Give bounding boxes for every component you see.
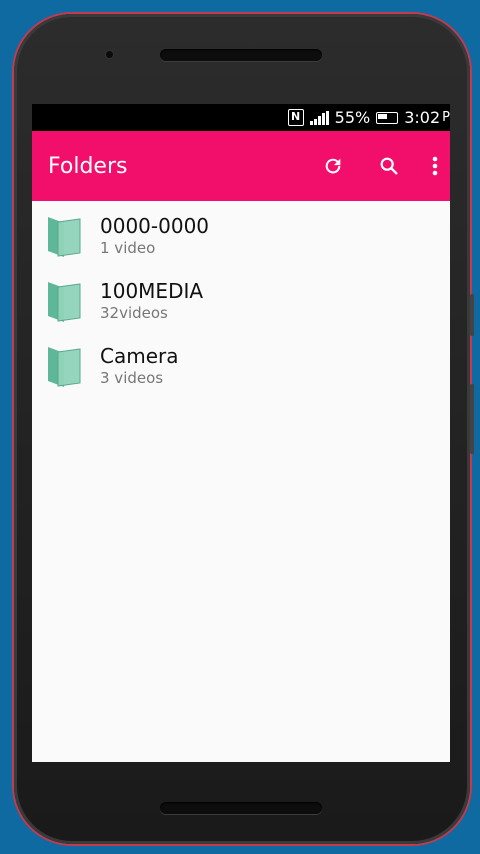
video-count: 3 videos: [100, 368, 164, 387]
front-camera: [106, 51, 113, 58]
app-bar: Folders: [32, 131, 450, 201]
bottom-speaker: [160, 802, 322, 814]
clock-suffix: P: [442, 110, 450, 125]
folder-icon: [48, 216, 81, 257]
clock: 3:02: [404, 108, 441, 127]
list-item[interactable]: 0000-0000 1 video: [32, 203, 450, 268]
signal-icon: [309, 110, 329, 125]
earpiece-speaker: [160, 49, 322, 61]
folder-icon: [48, 346, 81, 387]
video-count: 1 video: [100, 238, 156, 257]
list-item[interactable]: 100MEDIA 32videos: [32, 268, 450, 333]
video-count: 32videos: [100, 303, 168, 322]
folder-icon: [48, 281, 81, 322]
folder-name: 100MEDIA: [100, 278, 204, 303]
folder-name: 0000-0000: [100, 213, 210, 238]
folder-name: Camera: [100, 343, 179, 368]
status-bar: N 55% 3:02 P: [32, 104, 450, 131]
list-item[interactable]: Camera 3 videos: [32, 333, 450, 398]
power-button: [470, 294, 474, 336]
battery-icon: [376, 111, 399, 124]
phone-frame: N 55% 3:02 P Folders 0000-0000 1 video 1…: [14, 14, 474, 844]
search-icon[interactable]: [374, 151, 404, 181]
nfc-icon: N: [287, 109, 304, 126]
volume-button: [470, 384, 474, 454]
battery-percent: 55%: [334, 108, 371, 127]
page-title: Folders: [48, 153, 128, 179]
screen: N 55% 3:02 P Folders 0000-0000 1 video 1…: [32, 104, 450, 762]
folder-list: 0000-0000 1 video 100MEDIA 32videos Came…: [32, 201, 450, 398]
refresh-icon[interactable]: [318, 151, 348, 181]
more-vert-icon[interactable]: [420, 151, 450, 181]
